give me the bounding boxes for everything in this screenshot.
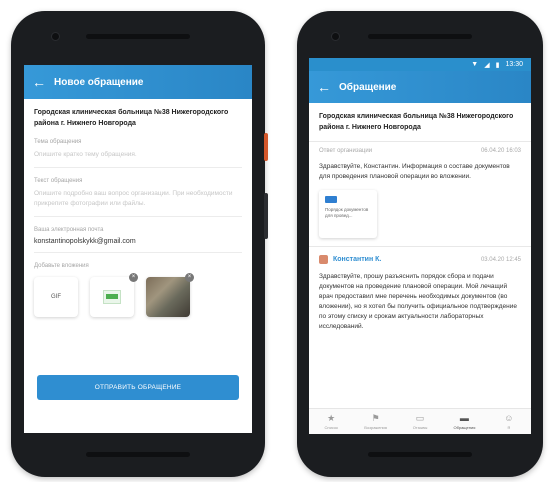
org-reply-message: Здравствуйте, Константин. Информация о с… [319,163,510,180]
attachment-document[interactable]: × [90,273,138,317]
request-detail-screen: ▼ ◢ ▮ 13:30 ← Обращение Городская клинич… [309,58,531,434]
tab-objections[interactable]: ⚑ Возражения [353,409,397,434]
tab-label: Возражения [364,425,387,430]
chat-icon: ▬ [459,413,469,423]
organization-name: Городская клиническая больница №38 Нижег… [319,113,514,131]
divider [309,141,531,142]
tab-label: Отзывы [412,425,428,430]
email-field[interactable]: Ваша электронная почта konstantinopolsky… [34,227,242,253]
comment-icon: ▭ [415,413,425,423]
email-input[interactable]: konstantinopolskykk@gmail.com [34,238,242,245]
power-button [264,133,268,161]
speaker-grille [86,34,190,39]
text-field[interactable]: Текст обращения Опишите подробно ваш воп… [34,178,242,217]
user-message-header: Константин К. 03.04.20 12:45 [319,255,521,264]
app-bar: ← Обращение [309,71,531,103]
tab-list[interactable]: ★ Список [309,409,353,434]
new-request-screen: ← Новое обращение Городская клиническая … [24,65,252,433]
tab-label: Обращения [453,425,476,430]
org-reply-header: Ответ организации 06.04.20 16:03 [319,148,521,154]
app-bar: ← Новое обращение [24,65,252,99]
status-bar: ▼ ◢ ▮ 13:30 [309,58,531,71]
volume-button [264,193,268,239]
attachments-section: Добавьте вложения GIF × × [34,263,242,317]
speaker-grille-bottom [86,452,190,457]
text-label: Текст обращения [34,178,83,184]
tab-label: Я [507,425,511,430]
attachments-label: Добавьте вложения [34,263,89,269]
org-reply-date: 06.04.20 16:03 [480,148,521,154]
status-time: 13:30 [505,61,523,68]
star-icon: ★ [327,413,336,423]
arrow-left-icon[interactable]: ← [24,74,54,90]
attachment-format-label: GIF [51,294,61,300]
wifi-icon: ▼ [471,61,479,68]
tab-requests[interactable]: ▬ Обращения [442,409,486,434]
user-message: Здравствуйте, прошу разъяснить порядок с… [319,273,517,330]
file-name: Порядок документов для провед... [325,207,369,218]
bottom-tab-bar: ★ Список ⚑ Возражения ▭ Отзывы ▬ Обращен… [309,408,531,434]
speaker-grille [368,34,472,39]
signal-icon: ◢ [484,61,490,69]
tab-reviews[interactable]: ▭ Отзывы [398,409,442,434]
document-icon [103,290,121,304]
org-reply-label: Ответ организации [319,148,373,154]
close-icon[interactable]: × [129,273,138,282]
speaker-grille-bottom [368,452,472,457]
document-icon [325,196,337,203]
file-attachment[interactable]: Порядок документов для провед... [319,190,377,238]
subject-input[interactable]: Опишите кратко тему обращения. [34,150,242,160]
user-icon: ☺ [504,413,514,423]
subject-field[interactable]: Тема обращения Опишите кратко тему обращ… [34,139,242,168]
divider [309,246,531,247]
user-name: Константин К. [333,256,382,263]
flag-icon: ⚑ [371,413,380,423]
close-icon[interactable]: × [185,273,194,282]
battery-icon: ▮ [495,61,500,69]
tab-profile[interactable]: ☺ Я [487,409,531,434]
camera-icon [331,32,340,41]
organization-name: Городская клиническая больница №38 Нижег… [34,109,229,127]
page-title: Новое обращение [54,76,144,88]
arrow-left-icon[interactable]: ← [309,79,339,95]
attachment-gif[interactable]: GIF [34,277,78,317]
attachment-photo[interactable]: × [146,273,194,317]
tab-label: Список [324,425,338,430]
email-label: Ваша электронная почта [34,227,104,233]
subject-label: Тема обращения [34,139,82,145]
page-title: Обращение [339,81,397,93]
send-request-button[interactable]: ОТПРАВИТЬ ОБРАЩЕНИЕ [37,375,239,400]
user-message-date: 03.04.20 12:45 [480,256,521,263]
text-input[interactable]: Опишите подробно ваш вопрос организации.… [34,189,242,209]
camera-icon [51,32,60,41]
avatar [319,255,328,264]
